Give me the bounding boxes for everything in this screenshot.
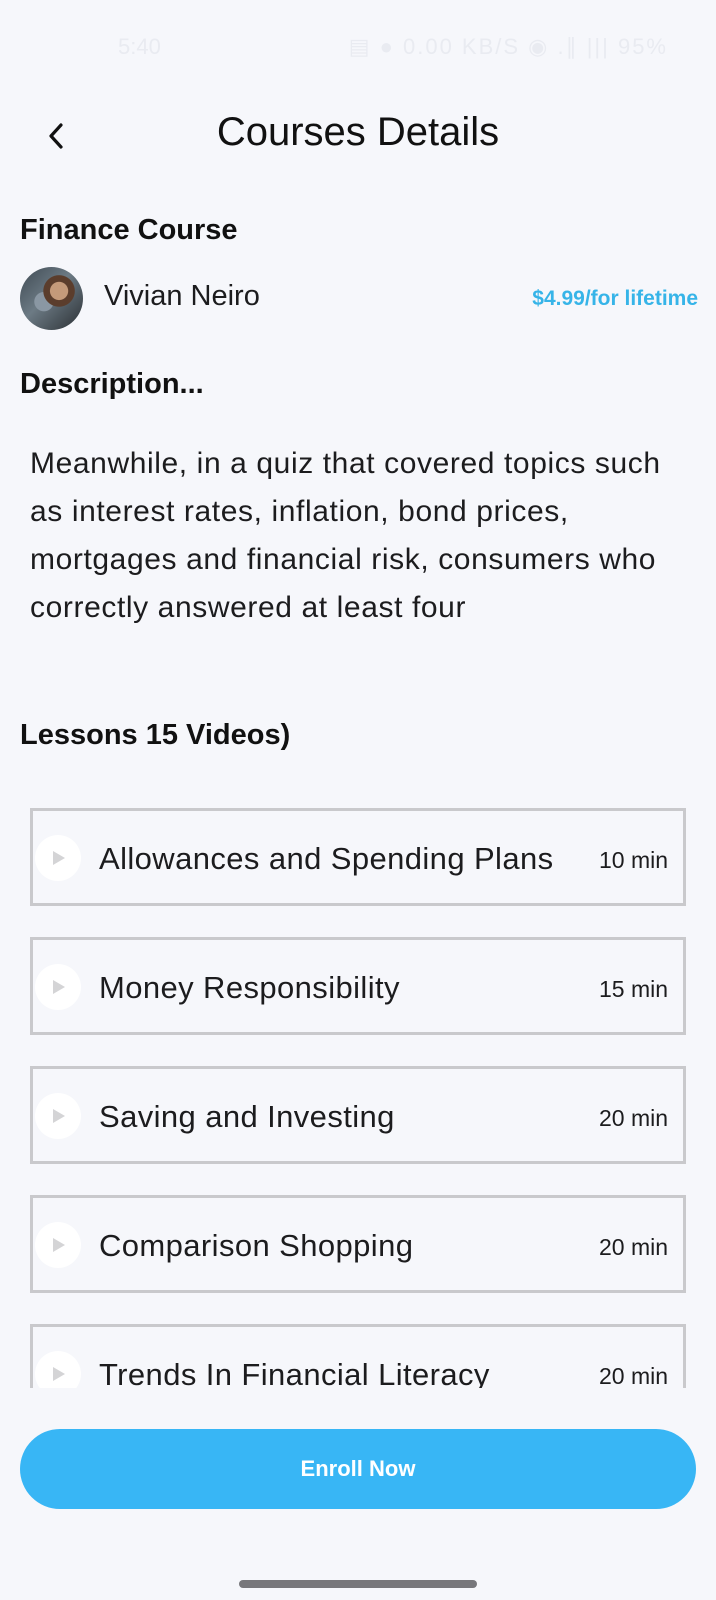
play-icon xyxy=(53,1238,65,1252)
lesson-duration: 20 min xyxy=(599,1363,669,1388)
course-details-screen: 5:40 ▤ ● 0.00 KB/S ◉ .∥ ||| 95% Courses … xyxy=(0,0,716,1600)
play-button[interactable] xyxy=(35,1222,81,1268)
lesson-title: Allowances and Spending Plans xyxy=(99,841,554,876)
description-text: Meanwhile, in a quiz that covered topics… xyxy=(30,447,661,624)
course-price: $4.99/for lifetime xyxy=(532,287,698,310)
lesson-item[interactable]: Trends In Financial Literacy 20 min xyxy=(30,1324,686,1388)
lesson-item[interactable]: Money Responsibility 15 min xyxy=(30,937,686,1035)
lesson-duration: 20 min xyxy=(599,1234,669,1260)
lesson-list[interactable]: Allowances and Spending Plans 10 min Mon… xyxy=(30,808,686,1388)
play-button[interactable] xyxy=(35,964,81,1010)
lesson-item[interactable]: Saving and Investing 20 min xyxy=(30,1066,686,1164)
home-indicator[interactable] xyxy=(239,1580,477,1588)
play-button[interactable] xyxy=(35,1351,81,1388)
status-bar: 5:40 ▤ ● 0.00 KB/S ◉ .∥ ||| 95% xyxy=(0,30,716,66)
instructor-name: Vivian Neiro xyxy=(104,280,260,312)
instructor-avatar xyxy=(20,267,83,330)
lesson-title: Saving and Investing xyxy=(99,1099,395,1134)
lesson-duration: 15 min xyxy=(599,976,669,1002)
play-icon xyxy=(53,1109,65,1123)
play-icon xyxy=(53,1367,65,1381)
status-time: 5:40 xyxy=(118,34,161,59)
play-icon xyxy=(53,980,65,994)
lesson-title: Money Responsibility xyxy=(99,970,400,1005)
description-heading: Description... xyxy=(20,368,204,400)
lesson-duration: 10 min xyxy=(599,847,669,873)
enroll-now-button[interactable]: Enroll Now xyxy=(20,1429,696,1509)
play-icon xyxy=(53,851,65,865)
lesson-duration: 20 min xyxy=(599,1105,669,1131)
lesson-title: Comparison Shopping xyxy=(99,1228,414,1263)
lessons-heading: Lessons 15 Videos) xyxy=(20,719,291,751)
play-button[interactable] xyxy=(35,835,81,881)
play-button[interactable] xyxy=(35,1093,81,1139)
lesson-title: Trends In Financial Literacy xyxy=(99,1357,490,1388)
lesson-item[interactable]: Allowances and Spending Plans 10 min xyxy=(30,808,686,906)
status-icons: ▤ ● 0.00 KB/S ◉ .∥ ||| 95% xyxy=(348,34,668,59)
lesson-item[interactable]: Comparison Shopping 20 min xyxy=(30,1195,686,1293)
course-name: Finance Course xyxy=(20,214,238,246)
page-title: Courses Details xyxy=(216,110,500,154)
